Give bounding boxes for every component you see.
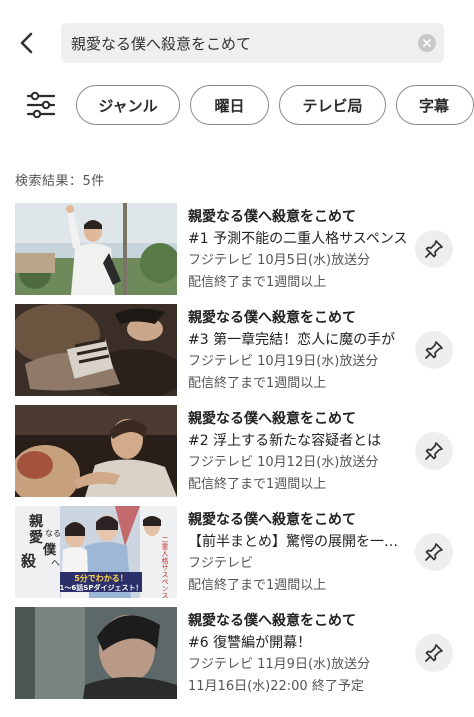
result-info: 親愛なる僕へ殺意をこめて #1 予測不能の二重人格サスペンス フジテレビ 10月… — [188, 206, 408, 294]
thumbnail-logo-char: 愛 — [29, 529, 43, 546]
result-item[interactable]: 親愛なる僕へ殺意をこめて #2 浮上する新たな容疑者とは フジテレビ 10月12… — [0, 405, 474, 499]
thumbnail-logo-char: へ — [51, 559, 60, 569]
thumbnail-logo-char: 殺 — [20, 552, 37, 570]
sliders-icon — [26, 91, 56, 119]
result-info: 親愛なる僕へ殺意をこめて #2 浮上する新たな容疑者とは フジテレビ 10月12… — [188, 408, 408, 496]
result-broadcast: フジテレビ 10月19日(水)放送分 — [188, 354, 379, 369]
result-availability: 配信終了まで1週間以上 — [188, 275, 327, 290]
close-icon — [423, 39, 431, 47]
pin-button[interactable] — [415, 533, 453, 571]
pin-icon — [425, 644, 443, 662]
result-subtitle: #2 浮上する新たな容疑者とは — [188, 433, 382, 449]
result-title: 親愛なる僕へ殺意をこめて — [188, 209, 356, 225]
thumbnail-image — [15, 405, 177, 497]
search-input[interactable] — [71, 23, 411, 63]
result-broadcast: フジテレビ — [188, 556, 254, 571]
pin-icon — [425, 543, 443, 561]
result-subtitle: #3 第一章完結！恋人に魔の手が — [188, 332, 396, 348]
thumbnail-logo-char: 親 — [29, 513, 43, 530]
clear-search-button[interactable] — [418, 34, 436, 52]
result-title: 親愛なる僕へ殺意をこめて — [188, 411, 356, 427]
chevron-left-icon — [20, 32, 33, 54]
filter-chip-weekday[interactable]: 曜日 — [190, 85, 269, 125]
filter-chip-subtitles[interactable]: 字幕 — [396, 85, 474, 125]
result-info: 親愛なる僕へ殺意をこめて 【前半まとめ】驚愕の展開を一気見 フジテレビ 配信終了… — [188, 509, 408, 597]
result-title: 親愛なる僕へ殺意をこめて — [188, 613, 356, 629]
header — [0, 0, 474, 76]
result-count: 検索結果：5件 — [15, 174, 105, 189]
result-item[interactable]: 親愛なる僕へ殺意をこめて #6 復讐編が開幕！ フジテレビ 11月9日(水)放送… — [0, 607, 474, 701]
search-box — [61, 23, 444, 63]
result-info: 親愛なる僕へ殺意をこめて #3 第一章完結！恋人に魔の手が フジテレビ 10月1… — [188, 307, 408, 395]
thumbnail-banner-line-1: 5分でわかる！ — [74, 573, 128, 583]
filter-chip-tv-station[interactable]: テレビ局 — [279, 85, 386, 125]
result-subtitle: #6 復讐編が開幕！ — [188, 635, 312, 651]
result-broadcast: フジテレビ 10月12日(水)放送分 — [188, 455, 379, 470]
result-broadcast: フジテレビ 10月5日(水)放送分 — [188, 253, 371, 268]
back-button[interactable] — [14, 28, 40, 58]
result-title: 親愛なる僕へ殺意をこめて — [188, 512, 356, 528]
result-subtitle: #1 予測不能の二重人格サスペンス — [188, 231, 408, 247]
pin-icon — [425, 341, 443, 359]
pin-button[interactable] — [415, 634, 453, 672]
result-availability: 配信終了まで1週間以上 — [188, 376, 327, 391]
thumbnail-image — [15, 607, 177, 699]
filter-settings-button[interactable] — [26, 91, 56, 119]
thumbnail-vertical-text: 二重人格サスペンス！ — [161, 536, 169, 598]
result-availability: 11月16日(水)22:00 終了予定 — [188, 679, 364, 694]
filter-chip-genre[interactable]: ジャンル — [76, 85, 180, 125]
thumbnail-image — [15, 304, 177, 396]
thumbnail-logo-char: 僕 — [42, 542, 57, 558]
pin-icon — [425, 442, 443, 460]
result-availability: 配信終了まで1週間以上 — [188, 477, 327, 492]
thumbnail-banner-line-2: 1～6話SPダイジェスト！ — [60, 583, 143, 592]
result-item[interactable]: 5分でわかる！ 1～6話SPダイジェスト！ 親 愛 なる 僕 へ 殺 二重人格サ… — [0, 506, 474, 600]
pin-icon — [425, 240, 443, 258]
result-broadcast: フジテレビ 11月9日(水)放送分 — [188, 657, 371, 672]
thumbnail-image: 5分でわかる！ 1～6話SPダイジェスト！ 親 愛 なる 僕 へ 殺 二重人格サ… — [15, 506, 177, 598]
result-info: 親愛なる僕へ殺意をこめて #6 復讐編が開幕！ フジテレビ 11月9日(水)放送… — [188, 610, 408, 698]
result-item[interactable]: 親愛なる僕へ殺意をこめて #1 予測不能の二重人格サスペンス フジテレビ 10月… — [0, 203, 474, 297]
filter-bar: ジャンル 曜日 テレビ局 字幕 — [0, 85, 474, 125]
thumbnail-image — [15, 203, 177, 295]
pin-button[interactable] — [415, 230, 453, 268]
result-availability: 配信終了まで1週間以上 — [188, 578, 327, 593]
thumbnail-logo-char: なる — [45, 529, 61, 538]
result-item[interactable]: 親愛なる僕へ殺意をこめて #3 第一章完結！恋人に魔の手が フジテレビ 10月1… — [0, 304, 474, 398]
pin-button[interactable] — [415, 432, 453, 470]
result-subtitle: 【前半まとめ】驚愕の展開を一気見 — [188, 534, 408, 550]
pin-button[interactable] — [415, 331, 453, 369]
result-title: 親愛なる僕へ殺意をこめて — [188, 310, 356, 326]
